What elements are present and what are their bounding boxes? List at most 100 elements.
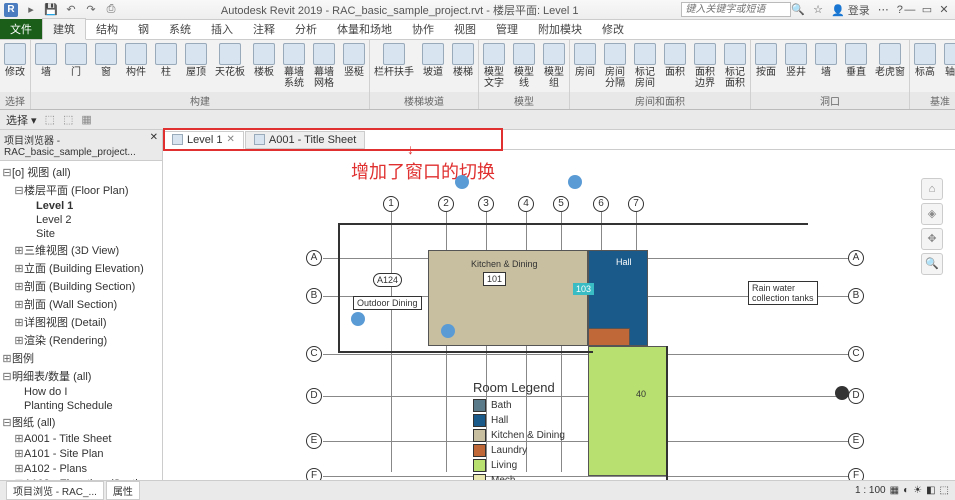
tree-node[interactable]: ⊟楼层平面 (Floor Plan) xyxy=(2,181,160,199)
ribbon-button[interactable]: 楼板 xyxy=(249,40,279,92)
infocenter-icon[interactable]: 🔍 xyxy=(791,3,805,16)
ribbon-button[interactable]: 竖梃 xyxy=(339,40,369,92)
ribbon-button[interactable]: 构件 xyxy=(121,40,151,92)
drawing-viewport[interactable]: ⌂ ◈ ✥ 🔍 1234567AABBCCDDEEFF Outdoor Dini… xyxy=(193,178,947,472)
ribbon-button[interactable]: 幕墙网格 xyxy=(309,40,339,92)
drawing-canvas[interactable]: Level 1✕A001 - Title Sheet 增加了窗口的切换 ⌂ ◈ … xyxy=(163,130,955,480)
document-tab[interactable]: A001 - Title Sheet xyxy=(245,131,365,149)
ribbon-button[interactable]: 栏杆扶手 xyxy=(370,40,418,92)
ribbon-tab[interactable]: 注释 xyxy=(243,19,285,39)
tree-toggle-icon[interactable]: ⊟ xyxy=(2,166,12,179)
ribbon-tab[interactable]: 插入 xyxy=(201,19,243,39)
close-button[interactable]: ✕ xyxy=(937,3,951,16)
tree-toggle-icon[interactable]: ⊞ xyxy=(14,447,24,460)
nav-cube-icon[interactable]: ◈ xyxy=(921,203,943,225)
ribbon-button[interactable]: 按面 xyxy=(751,40,781,92)
document-tab[interactable]: Level 1✕ xyxy=(163,131,244,149)
minimize-button[interactable]: — xyxy=(903,4,917,16)
opt-icon[interactable]: ▦ xyxy=(81,113,91,126)
ribbon-tab[interactable]: 建筑 xyxy=(42,18,86,40)
section-marker-icon[interactable] xyxy=(351,312,365,326)
panel-tab[interactable]: 属性 xyxy=(106,481,140,500)
tree-node[interactable]: ⊟明细表/数量 (all) xyxy=(2,367,160,385)
grid-bubble[interactable]: D xyxy=(848,388,864,404)
grid-bubble[interactable]: 3 xyxy=(478,196,494,212)
tree-node[interactable]: ⊞剖面 (Wall Section) xyxy=(2,295,160,313)
qat-print-icon[interactable]: ⎙ xyxy=(104,3,118,17)
ribbon-button[interactable]: 幕墙系统 xyxy=(279,40,309,92)
section-marker-icon[interactable] xyxy=(455,175,469,189)
ribbon-button[interactable]: 轴网 xyxy=(940,40,955,92)
ribbon-tab[interactable]: 视图 xyxy=(444,19,486,39)
tree-node[interactable]: ⊞A102 - Plans xyxy=(2,461,160,476)
qat-open-icon[interactable]: ▸ xyxy=(24,3,38,17)
nav-home-icon[interactable]: ⌂ xyxy=(921,178,943,200)
qat-save-icon[interactable]: 💾 xyxy=(44,3,58,17)
ribbon-button[interactable]: 模型文字 xyxy=(479,40,509,92)
ribbon-button[interactable]: 老虎窗 xyxy=(871,40,909,92)
visual-style-icon[interactable]: ◐ xyxy=(903,485,909,496)
tree-toggle-icon[interactable]: ⊞ xyxy=(2,352,12,365)
elevation-marker-icon[interactable] xyxy=(835,386,849,400)
ribbon-tab[interactable]: 修改 xyxy=(592,19,634,39)
grid-bubble[interactable]: 4 xyxy=(518,196,534,212)
tree-toggle-icon[interactable]: ⊞ xyxy=(14,462,24,475)
ribbon-button[interactable]: 墙 xyxy=(811,40,841,92)
grid-bubble[interactable]: E xyxy=(848,433,864,449)
grid-bubble[interactable]: B xyxy=(848,288,864,304)
ribbon-tab[interactable]: 体量和场地 xyxy=(327,19,402,39)
ribbon-tab[interactable]: 管理 xyxy=(486,19,528,39)
grid-bubble[interactable]: A xyxy=(848,250,864,266)
ribbon-button[interactable]: 坡道 xyxy=(418,40,448,92)
grid-bubble[interactable]: 5 xyxy=(553,196,569,212)
grid-bubble[interactable]: 1 xyxy=(383,196,399,212)
tree-toggle-icon[interactable]: ⊟ xyxy=(2,370,12,383)
tree-toggle-icon[interactable]: ⊞ xyxy=(14,244,24,257)
ribbon-button[interactable]: 门 xyxy=(61,40,91,92)
signin-button[interactable]: 👤 登录 xyxy=(831,2,870,18)
ribbon-tab[interactable]: 钢 xyxy=(128,19,159,39)
tree-node[interactable]: ⊟[o] 视图 (all) xyxy=(2,163,160,181)
tree-toggle-icon[interactable]: ⊞ xyxy=(14,280,24,293)
tree-node[interactable]: ⊞三维视图 (3D View) xyxy=(2,241,160,259)
grid-bubble[interactable]: E xyxy=(306,433,322,449)
ribbon-tab[interactable]: 系统 xyxy=(159,19,201,39)
tree-toggle-icon[interactable]: ⊟ xyxy=(14,184,24,197)
tree-toggle-icon[interactable]: ⊞ xyxy=(14,432,24,445)
shadows-icon[interactable]: ◧ xyxy=(926,485,935,496)
nav-zoom-icon[interactable]: 🔍 xyxy=(921,253,943,275)
tree-node[interactable]: ⊞A001 - Title Sheet xyxy=(2,431,160,446)
tree-toggle-icon[interactable]: ⊞ xyxy=(14,334,24,347)
grid-bubble[interactable]: B xyxy=(306,288,322,304)
ribbon-button[interactable]: 竖井 xyxy=(781,40,811,92)
tree-node[interactable]: ⊞A101 - Site Plan xyxy=(2,446,160,461)
scale-display[interactable]: 1 : 100 xyxy=(855,485,886,496)
tree-node[interactable]: Level 1 xyxy=(2,199,160,213)
detail-level-icon[interactable]: ▦ xyxy=(890,485,899,496)
grid-bubble[interactable]: D xyxy=(306,388,322,404)
section-marker-icon[interactable] xyxy=(441,324,455,338)
ribbon-tab[interactable]: 协作 xyxy=(402,19,444,39)
qat-redo-icon[interactable]: ↷ xyxy=(84,3,98,17)
browser-close-icon[interactable]: ✕ xyxy=(150,132,158,158)
grid-bubble[interactable]: 7 xyxy=(628,196,644,212)
project-tree[interactable]: ⊟[o] 视图 (all)⊟楼层平面 (Floor Plan)Level 1Le… xyxy=(0,161,162,480)
nav-pan-icon[interactable]: ✥ xyxy=(921,228,943,250)
ribbon-tab[interactable]: 结构 xyxy=(86,19,128,39)
tree-node[interactable]: ⊟图纸 (all) xyxy=(2,413,160,431)
tree-node[interactable]: Level 2 xyxy=(2,213,160,227)
ribbon-button[interactable]: 垂直 xyxy=(841,40,871,92)
grid-bubble[interactable]: 2 xyxy=(438,196,454,212)
tree-node[interactable]: ⊞立面 (Building Elevation) xyxy=(2,259,160,277)
ribbon-button[interactable]: 窗 xyxy=(91,40,121,92)
grid-bubble[interactable]: C xyxy=(848,346,864,362)
tree-toggle-icon[interactable]: ⊞ xyxy=(14,316,24,329)
ribbon-button[interactable]: 标高 xyxy=(910,40,940,92)
tree-toggle-icon[interactable]: ⊞ xyxy=(14,262,24,275)
ribbon-button[interactable]: 屋顶 xyxy=(181,40,211,92)
opt-icon[interactable]: ⬚ xyxy=(63,113,73,126)
ribbon-button[interactable]: 房间 xyxy=(570,40,600,92)
maximize-button[interactable]: ▭ xyxy=(920,3,934,16)
ribbon-tab[interactable]: 文件 xyxy=(0,19,42,39)
ribbon-button[interactable]: 修改 xyxy=(0,40,30,92)
